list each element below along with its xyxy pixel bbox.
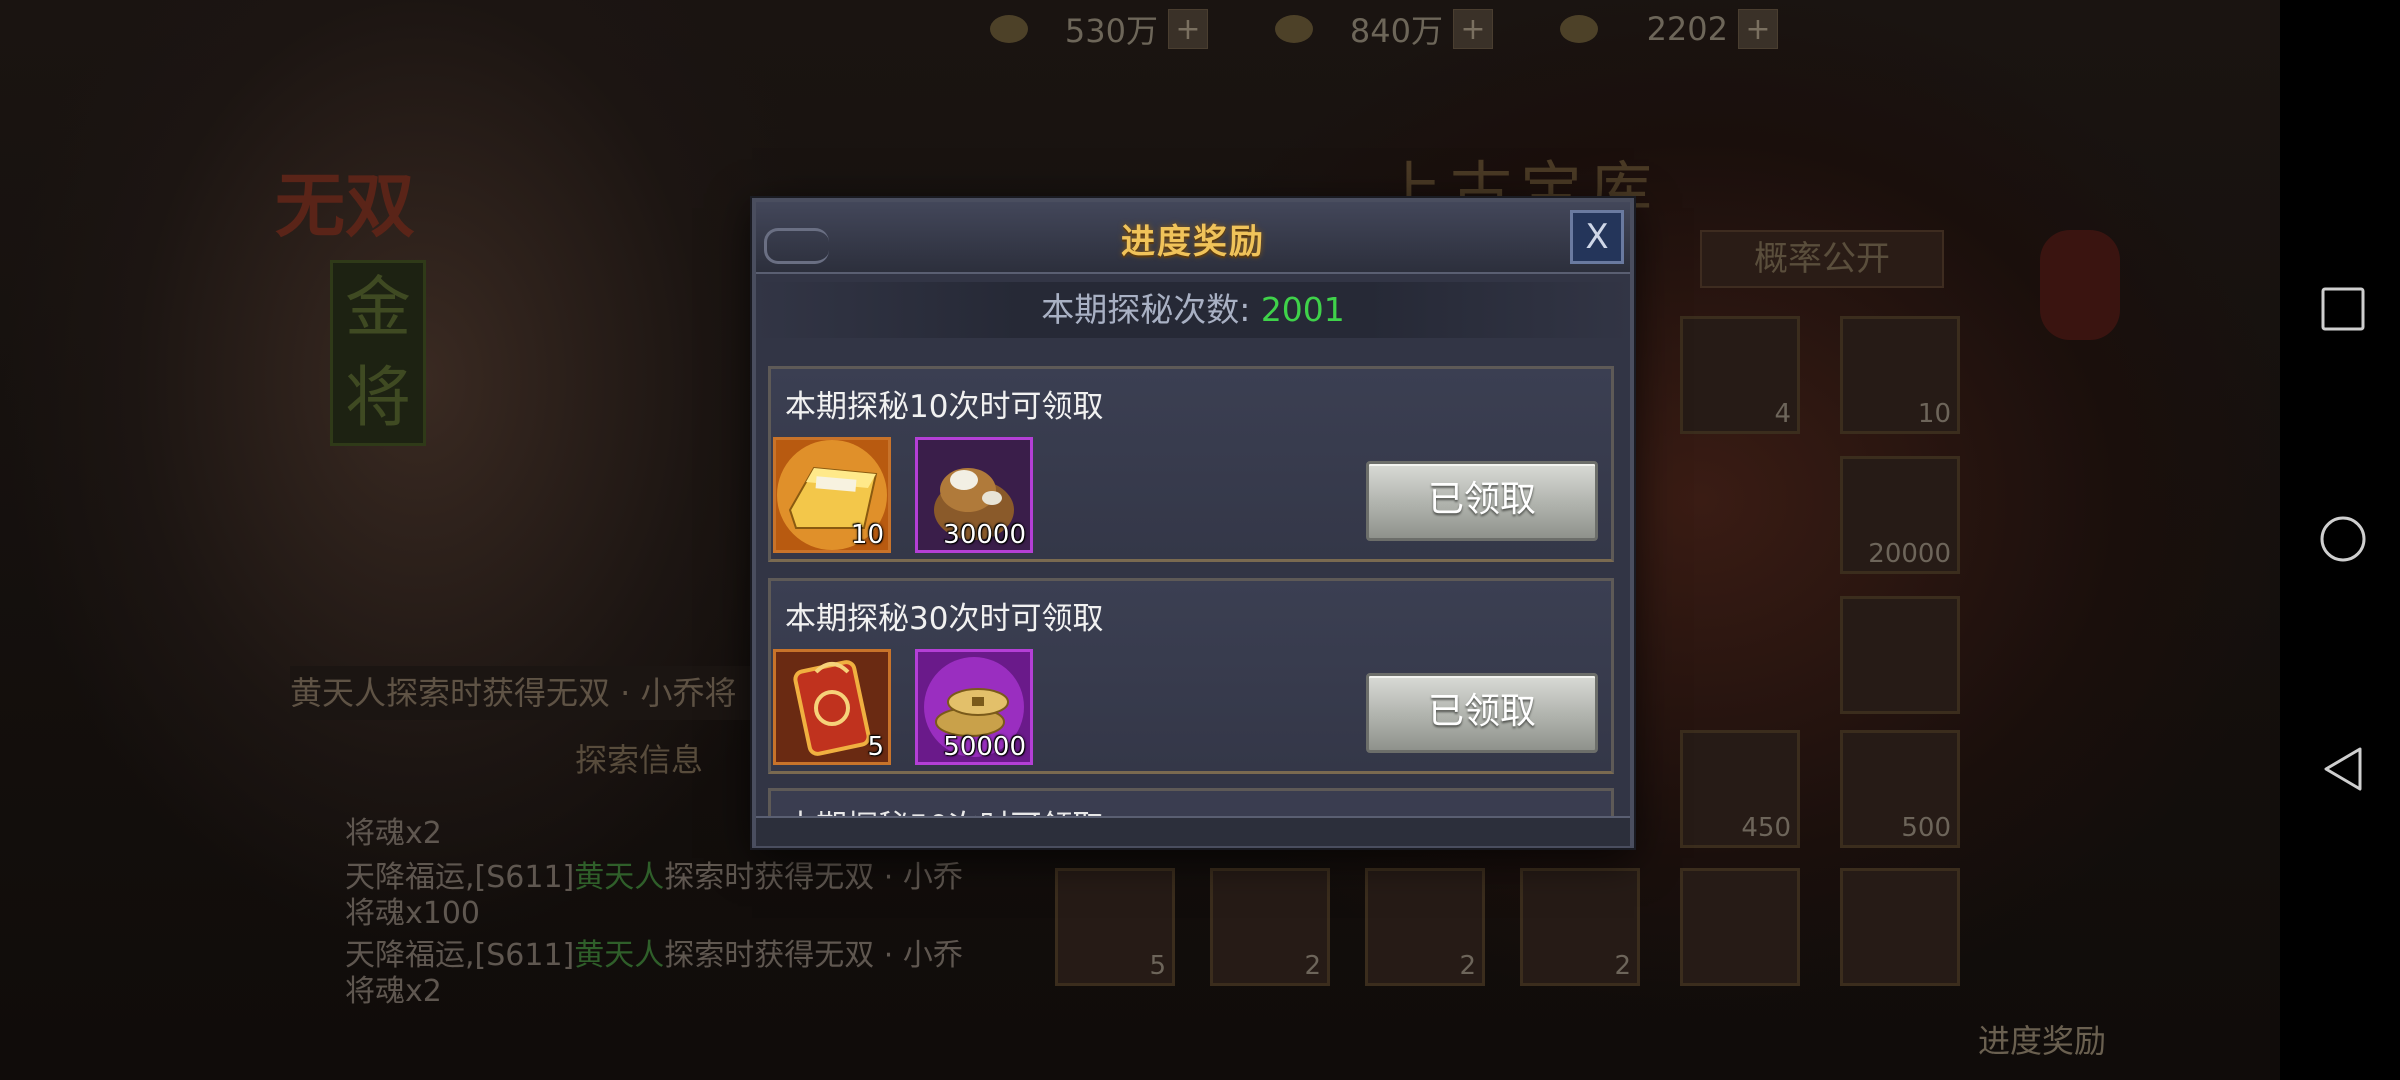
explore-info-heading: 探索信息 [575, 741, 704, 779]
prize-slot[interactable]: 450 [1680, 730, 1800, 848]
resource-value: 530万 [1064, 12, 1158, 50]
resource-gold: 2202 + [1560, 6, 1778, 52]
reward-item-copper-coins[interactable]: 50000 [915, 649, 1033, 765]
dialog-header: 进度奖励 X [756, 202, 1630, 274]
explore-count: 本期探秘次数: 2001 [756, 282, 1630, 338]
recent-apps-icon[interactable] [2320, 286, 2366, 332]
prize-slot[interactable]: 20000 [1840, 456, 1960, 574]
explore-count-label: 本期探秘次数: [1041, 290, 1251, 329]
jade-leaf-icon [990, 15, 1028, 43]
prize-slot[interactable]: 10 [1840, 316, 1960, 434]
reward-item-silver[interactable]: 30000 [915, 437, 1033, 553]
add-resource-button[interactable]: + [1453, 9, 1493, 49]
prize-slot[interactable] [1840, 868, 1960, 986]
item-count: 50000 [943, 732, 1026, 762]
dialog-footer [756, 816, 1630, 846]
claimed-button[interactable]: 已领取 [1366, 673, 1598, 753]
add-resource-button[interactable]: + [1168, 9, 1208, 49]
reward-card: 本期探秘30次时可领取 5 50000 已领取 [768, 578, 1614, 774]
resource-silver: 840万 + [1275, 6, 1493, 52]
gold-ingot-icon [1560, 15, 1598, 43]
prize-slot[interactable]: 4 [1680, 316, 1800, 434]
log-entry: 将魂x100 [345, 896, 481, 931]
progress-reward-dialog: 进度奖励 X 本期探秘次数: 2001 本期探秘10次时可领取 10 30000… [752, 198, 1634, 848]
log-entry: 将魂x2 [345, 816, 442, 851]
dialog-title: 进度奖励 [1121, 222, 1265, 262]
hero-rank-vertical: 金将 [330, 260, 426, 446]
explore-count-value: 2001 [1260, 290, 1345, 329]
resource-value: 2202 [1646, 10, 1728, 48]
prize-slot[interactable] [1680, 868, 1800, 986]
prize-slot[interactable]: 2 [1365, 868, 1485, 986]
hero-badge: 无双 [275, 165, 415, 247]
prize-slot[interactable]: 2 [1520, 868, 1640, 986]
item-count: 5 [867, 732, 884, 762]
prize-slot[interactable]: 2 [1210, 868, 1330, 986]
prize-slot[interactable] [1840, 596, 1960, 714]
reward-condition: 本期探秘50次时可领取 [785, 801, 1103, 816]
silver-ingot-icon [1275, 15, 1313, 43]
reward-condition: 本期探秘30次时可领取 [785, 601, 1104, 637]
back-icon[interactable] [2320, 746, 2366, 792]
item-count: 10 [850, 520, 884, 550]
reward-card: 本期探秘10次时可领取 10 30000 已领取 [768, 366, 1614, 562]
prize-slot[interactable]: 500 [1840, 730, 1960, 848]
reward-item-gold-bar[interactable]: 10 [773, 437, 891, 553]
resource-jade: 530万 + [990, 6, 1208, 52]
reward-item-command-token[interactable]: 5 [773, 649, 891, 765]
probability-button[interactable]: 概率公开 [1700, 230, 1944, 288]
close-button[interactable]: X [1570, 210, 1624, 264]
reward-condition: 本期探秘10次时可领取 [785, 389, 1104, 425]
reward-card-partial[interactable]: 本期探秘50次时可领取 [768, 788, 1614, 816]
prize-slot[interactable]: 5 [1055, 868, 1175, 986]
claimed-button[interactable]: 已领取 [1366, 461, 1598, 541]
resource-value: 840万 [1349, 12, 1443, 50]
progress-reward-entry[interactable]: 进度奖励 [1978, 1016, 2106, 1062]
log-entry: 将魂x2 [345, 974, 442, 1009]
item-count: 30000 [943, 520, 1026, 550]
home-icon[interactable] [2320, 516, 2366, 562]
add-resource-button[interactable]: + [1738, 9, 1778, 49]
lantern-icon [2040, 230, 2120, 340]
